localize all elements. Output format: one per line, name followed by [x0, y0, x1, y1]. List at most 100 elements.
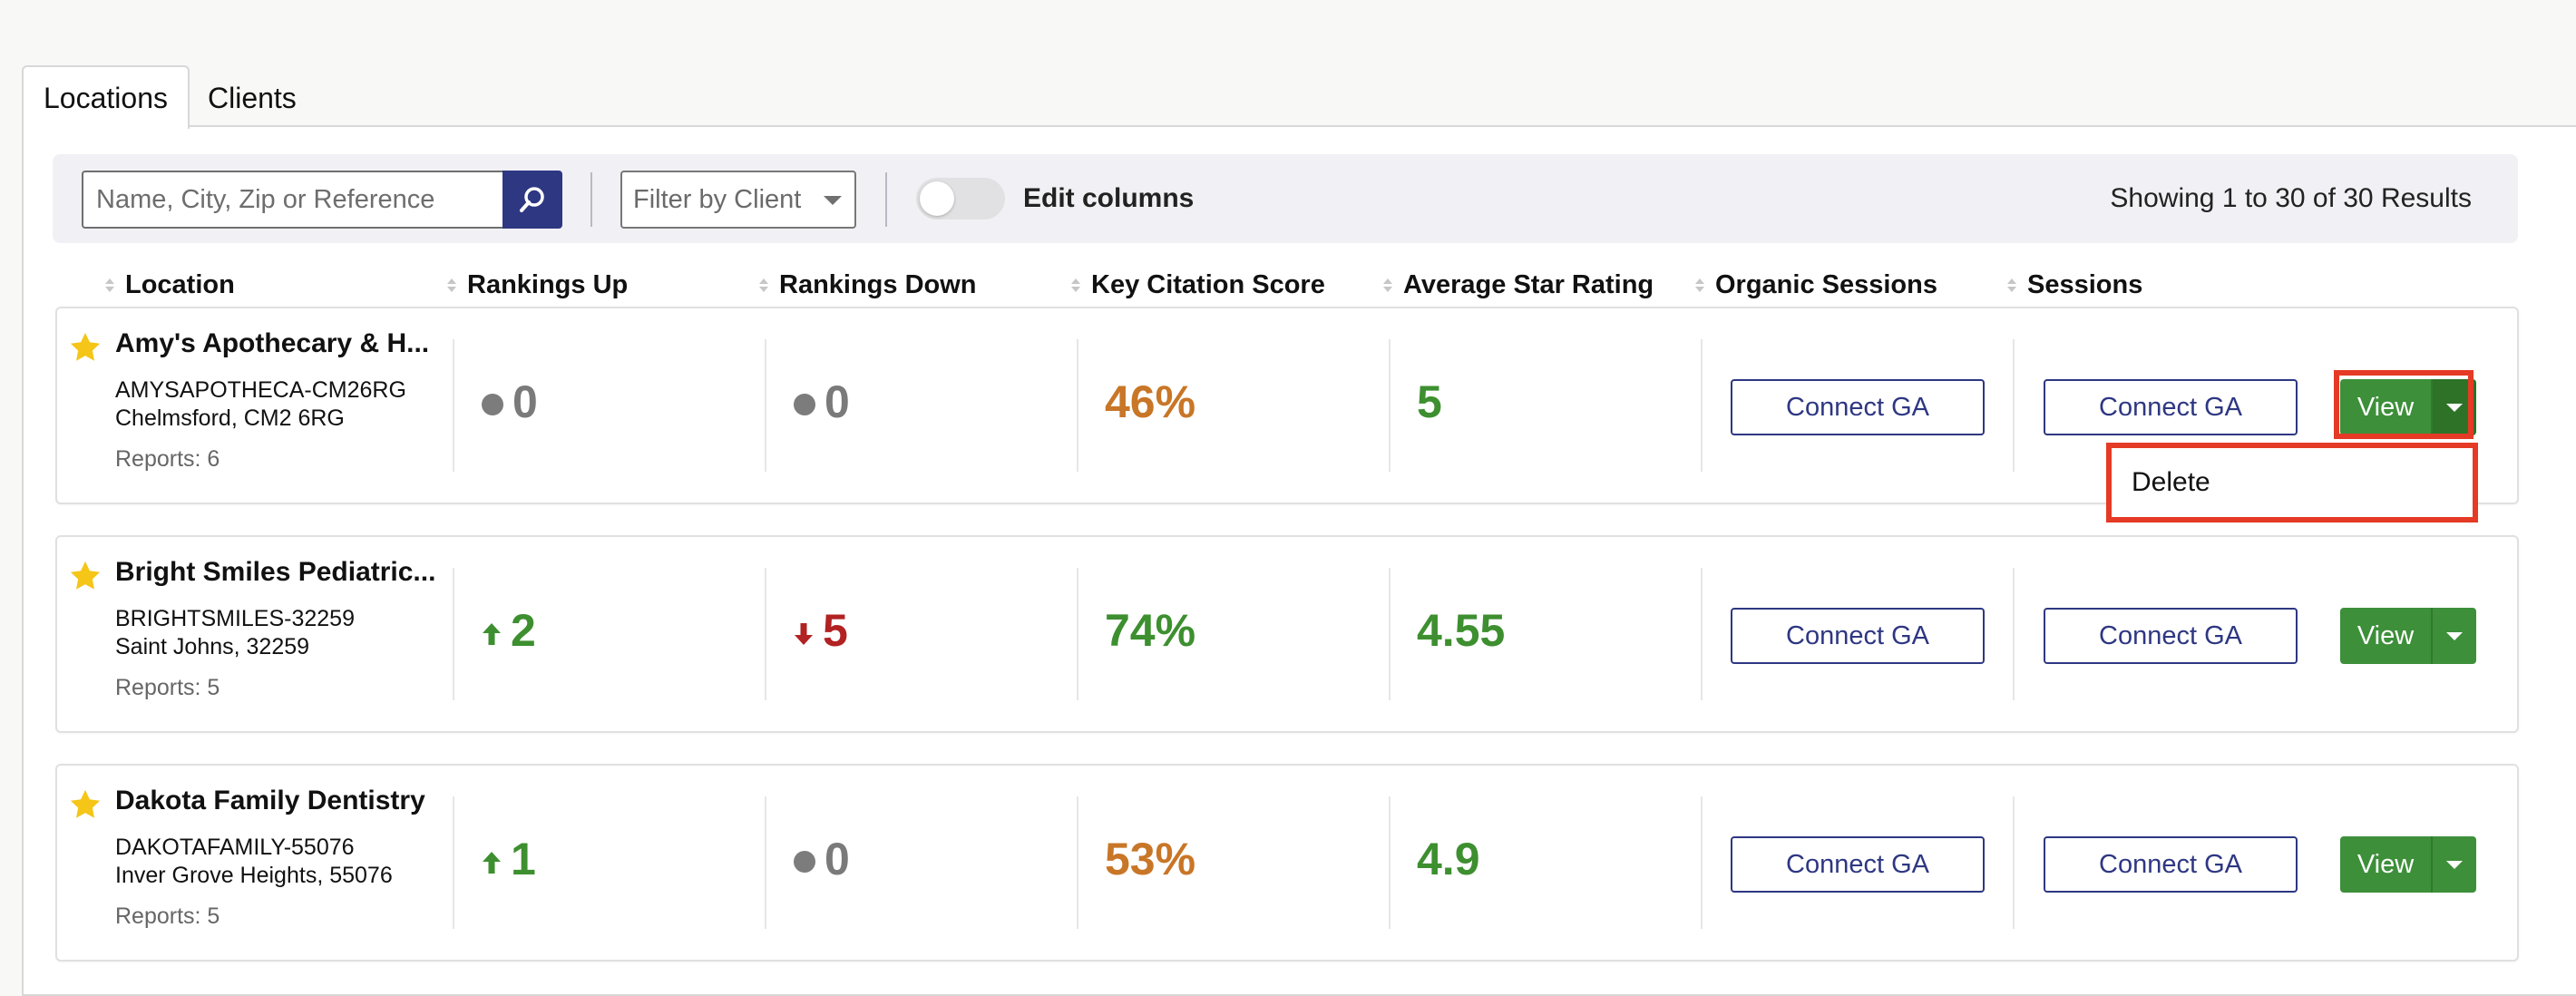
key-citation-score: 53%	[1105, 834, 1196, 884]
toolbar-divider	[885, 172, 887, 227]
tab-locations[interactable]: Locations	[22, 65, 190, 129]
neutral-dot-icon	[482, 394, 503, 415]
cell-divider	[1701, 339, 1703, 472]
rankings-up-value: 2	[482, 604, 536, 657]
location-name[interactable]: Bright Smiles Pediatric...	[115, 557, 435, 588]
view-button-group: View	[2340, 379, 2476, 435]
average-star-rating: 5	[1417, 376, 1442, 427]
column-header-label: Average Star Rating	[1403, 270, 1654, 299]
cell-divider	[453, 796, 454, 929]
sort-icon	[1383, 278, 1392, 294]
caret-down-icon	[2446, 631, 2463, 640]
location-reports: Reports: 5	[115, 675, 220, 700]
column-header-organic-sessions[interactable]: Organic Sessions	[1695, 270, 1937, 300]
rankings-down-number: 0	[825, 376, 850, 427]
cell-divider	[2013, 568, 2015, 700]
caret-down-icon	[2446, 403, 2463, 412]
star-favorite-icon[interactable]	[68, 330, 102, 365]
connect-ga-organic-button[interactable]: Connect GA	[1731, 608, 1985, 664]
column-header-rankings-down[interactable]: Rankings Down	[759, 270, 977, 300]
toolbar-divider	[590, 172, 592, 227]
column-header-label: Organic Sessions	[1715, 270, 1937, 299]
location-reference: BRIGHTSMILES-32259	[115, 606, 355, 631]
rankings-down-value: 5	[794, 604, 848, 657]
rankings-up-value: 0	[482, 376, 538, 428]
neutral-dot-icon	[794, 394, 815, 415]
cell-divider	[765, 339, 766, 472]
cell-divider	[1077, 339, 1078, 472]
search-button[interactable]	[503, 171, 562, 229]
cell-divider	[765, 568, 766, 700]
sort-icon	[1071, 278, 1080, 294]
view-button[interactable]: View	[2340, 379, 2433, 435]
cell-divider	[1077, 796, 1078, 929]
sort-icon	[105, 278, 114, 294]
menu-item-delete[interactable]: Delete	[2132, 448, 2473, 517]
arrow-down-icon	[795, 623, 813, 645]
column-header-label: Rankings Down	[779, 270, 977, 299]
location-city: Saint Johns, 32259	[115, 634, 310, 659]
cell-divider	[2013, 339, 2015, 472]
cell-divider	[453, 339, 454, 472]
location-reports: Reports: 6	[115, 446, 220, 472]
filter-by-client-select[interactable]: Filter by Client	[620, 171, 856, 229]
view-button-group: View	[2340, 836, 2476, 893]
cell-divider	[1389, 796, 1390, 929]
arrow-up-icon	[483, 623, 501, 645]
key-citation-score: 46%	[1105, 376, 1196, 427]
rankings-down-value: 0	[794, 376, 850, 428]
tab-clients[interactable]: Clients	[191, 65, 313, 127]
tab-bar: Locations Clients	[22, 65, 313, 129]
location-name[interactable]: Amy's Apothecary & H...	[115, 328, 429, 359]
column-header-average-star-rating[interactable]: Average Star Rating	[1383, 270, 1654, 300]
connect-ga-sessions-button[interactable]: Connect GA	[2044, 379, 2298, 435]
column-header-label: Rankings Up	[467, 270, 629, 299]
average-star-rating: 4.9	[1417, 834, 1480, 884]
key-citation-score: 74%	[1105, 605, 1196, 656]
rankings-up-value: 1	[482, 833, 536, 885]
location-reports: Reports: 5	[115, 903, 220, 929]
search-input[interactable]	[82, 171, 504, 229]
cell-divider	[453, 568, 454, 700]
connect-ga-organic-button[interactable]: Connect GA	[1731, 379, 1985, 435]
sort-icon	[2007, 278, 2016, 294]
connect-ga-organic-button[interactable]: Connect GA	[1731, 836, 1985, 893]
rankings-up-number: 1	[511, 834, 536, 884]
cell-divider	[1077, 568, 1078, 700]
connect-ga-sessions-button[interactable]: Connect GA	[2044, 836, 2298, 893]
view-dropdown-toggle[interactable]	[2433, 836, 2476, 893]
column-header-label: Key Citation Score	[1091, 270, 1325, 299]
table-row: Bright Smiles Pediatric... BRIGHTSMILES-…	[55, 535, 2519, 733]
cell-divider	[765, 796, 766, 929]
caret-down-icon	[2446, 860, 2463, 869]
view-button-group: View	[2340, 608, 2476, 664]
cell-divider	[1701, 796, 1703, 929]
filter-placeholder: Filter by Client	[633, 185, 802, 214]
view-dropdown-toggle[interactable]	[2433, 379, 2476, 435]
rankings-down-number: 0	[825, 834, 850, 884]
neutral-dot-icon	[794, 851, 815, 873]
view-button[interactable]: View	[2340, 608, 2433, 664]
location-reference: AMYSAPOTHECA-CM26RG	[115, 377, 406, 403]
column-header-label: Sessions	[2027, 270, 2143, 299]
column-header-key-citation-score[interactable]: Key Citation Score	[1071, 270, 1325, 300]
edit-columns-label: Edit columns	[1023, 183, 1195, 213]
toggle-knob	[920, 181, 954, 216]
arrow-up-icon	[483, 852, 501, 874]
sort-icon	[447, 278, 456, 294]
column-header-rankings-up[interactable]: Rankings Up	[447, 270, 628, 300]
sort-icon	[759, 278, 768, 294]
edit-columns-toggle[interactable]	[916, 178, 1005, 220]
column-header-label: Location	[125, 270, 235, 299]
star-favorite-icon[interactable]	[68, 787, 102, 822]
star-favorite-icon[interactable]	[68, 559, 102, 593]
column-header-location[interactable]: Location	[105, 270, 235, 300]
connect-ga-sessions-button[interactable]: Connect GA	[2044, 608, 2298, 664]
cell-divider	[1701, 568, 1703, 700]
view-dropdown-toggle[interactable]	[2433, 608, 2476, 664]
view-button[interactable]: View	[2340, 836, 2433, 893]
cell-divider	[1389, 339, 1390, 472]
column-header-sessions[interactable]: Sessions	[2007, 270, 2142, 300]
sort-icon	[1695, 278, 1704, 294]
location-name[interactable]: Dakota Family Dentistry	[115, 786, 425, 816]
